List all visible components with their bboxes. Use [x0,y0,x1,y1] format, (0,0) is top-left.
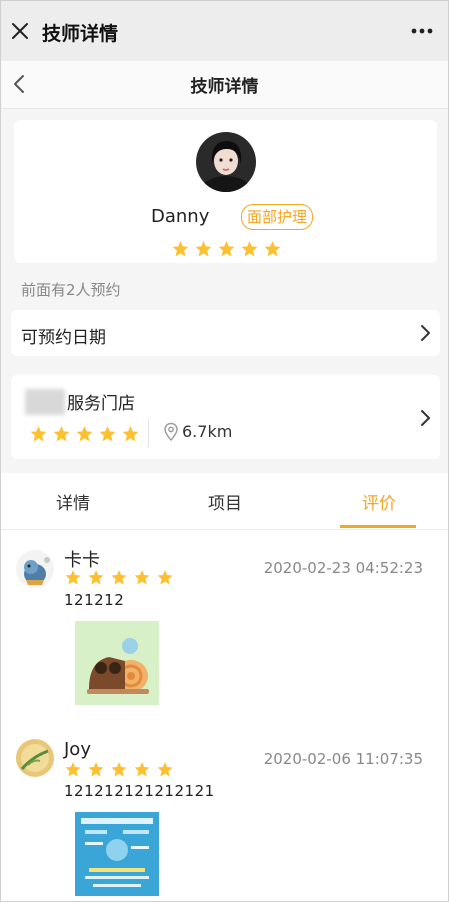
queue-status: 前面有2人预约 [21,281,121,299]
star-icon [122,426,139,442]
technician-name: Danny [151,206,210,227]
star-icon [134,762,150,777]
available-dates-row[interactable]: 可预约日期 [11,310,440,356]
star-icon [76,426,93,442]
star-icon [157,762,173,777]
review-rating [64,569,174,586]
store-divider [148,419,149,447]
service-store-card[interactable]: 服务门店 6.7km [11,375,440,459]
star-icon [241,241,258,257]
available-dates-label: 可预约日期 [21,328,106,348]
page-header: 技师详情 [1,61,448,109]
technician-rating [171,240,282,258]
window-title-bar: 技师详情 [1,1,448,61]
review-photo[interactable] [75,812,159,896]
specialty-tag: 面部护理 [241,204,314,230]
star-icon [172,241,189,257]
star-icon [65,570,81,585]
store-rating [29,425,140,443]
reviewer-name: Joy [64,739,91,760]
page-title: 技师详情 [190,77,259,97]
star-icon [195,241,212,257]
tab-details[interactable]: 详情 [56,489,90,514]
technician-profile-card: Danny 面部护理 [14,120,437,263]
tab-reviews[interactable]: 评价 [362,489,396,514]
window-title: 技师详情 [42,23,119,45]
review-time: 2020-02-23 04:52:23 [263,559,423,577]
content-tabs: 详情 项目 评价 [1,473,448,530]
review-rating [64,761,174,778]
star-icon [157,570,173,585]
star-icon [65,762,81,777]
chevron-right-icon [421,325,430,341]
app-frame: 技师详情 技师详情 Danny 面部护理 前面有2人预约 可预约日期 服务门店 … [0,0,449,902]
review-text: 121212121212121 [64,782,215,800]
blurred-store-prefix [25,389,65,415]
reviewer-avatar [16,739,54,777]
star-icon [134,570,150,585]
tab-projects[interactable]: 项目 [208,489,242,514]
star-icon [218,241,235,257]
review-list: 卡卡 2020-02-23 04:52:23 121212 Joy 2020-0… [1,530,448,901]
review-text: 121212 [64,591,125,609]
star-icon [88,570,104,585]
active-tab-indicator [340,525,416,528]
star-icon [99,426,116,442]
star-icon [30,426,47,442]
store-distance: 6.7km [182,422,233,441]
star-icon [88,762,104,777]
review-photo[interactable] [75,621,159,705]
star-icon [111,762,127,777]
technician-avatar [196,132,256,192]
store-name: 服务门店 [67,394,135,414]
star-icon [53,426,70,442]
star-icon [264,241,281,257]
more-icon[interactable] [410,19,434,43]
star-icon [111,570,127,585]
location-pin-icon [164,422,178,442]
chevron-right-icon [421,410,430,426]
close-icon[interactable] [11,22,29,40]
review-time: 2020-02-06 11:07:35 [263,750,423,768]
reviewer-avatar [16,550,54,588]
